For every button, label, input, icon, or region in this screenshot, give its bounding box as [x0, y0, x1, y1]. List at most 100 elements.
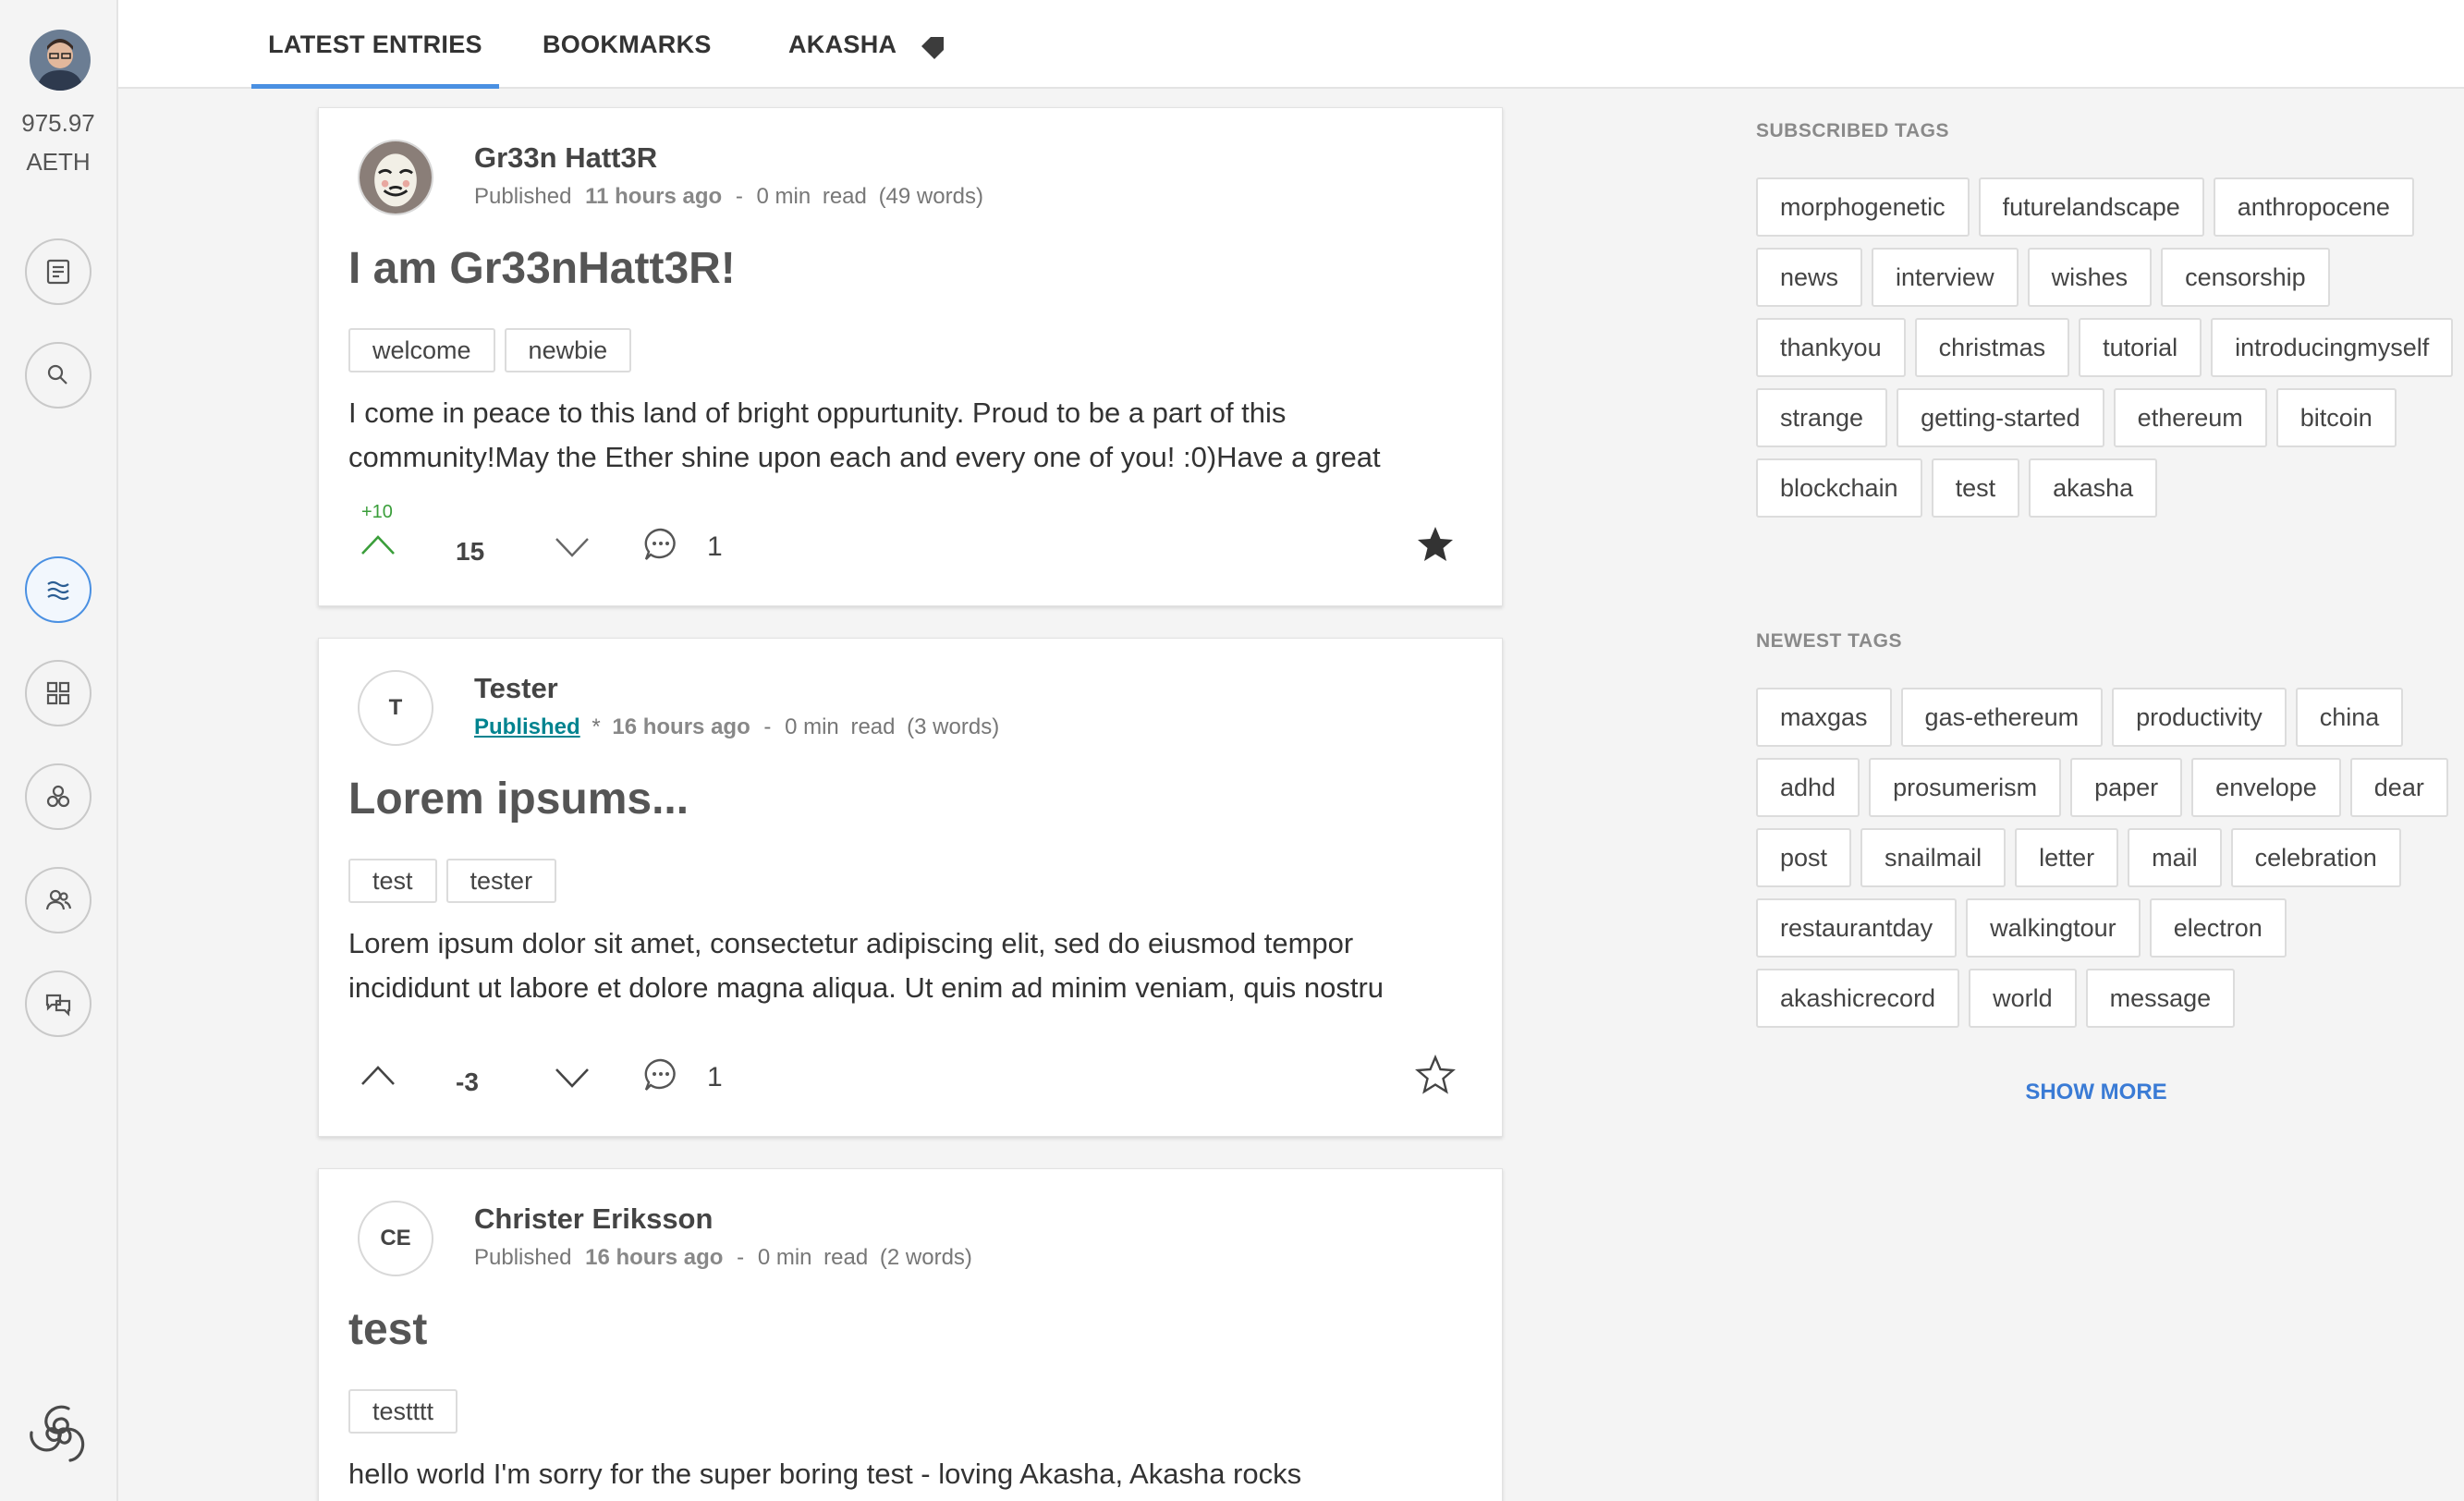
entry-excerpt[interactable]: I come in peace to this land of bright o…	[348, 391, 1458, 480]
tab-label: BOOKMARKS	[543, 31, 712, 58]
entry-title[interactable]: Lorem ipsums...	[348, 774, 689, 824]
tab-bookmarks[interactable]: BOOKMARKS	[543, 0, 712, 89]
tag-chip[interactable]: wishes	[2027, 248, 2153, 307]
chat-button[interactable]	[25, 970, 91, 1037]
meta-separator: -	[735, 184, 743, 209]
entry-excerpt[interactable]: Lorem ipsum dolor sit amet, consectetur …	[348, 921, 1458, 1010]
tag-chip[interactable]: maxgas	[1756, 688, 1892, 747]
entry-score: -3	[456, 1068, 479, 1096]
people-icon	[45, 889, 72, 910]
tag-chip[interactable]: bitcoin	[2275, 388, 2397, 447]
tag-chip[interactable]: test	[1931, 458, 2020, 518]
tag-chip[interactable]: mail	[2128, 828, 2222, 887]
tag-chip[interactable]: post	[1756, 828, 1852, 887]
tag-chip[interactable]: morphogenetic	[1756, 177, 1970, 237]
author-avatar[interactable]	[358, 140, 433, 215]
tab-akasha[interactable]: AKASHA	[788, 0, 947, 89]
tag-chip[interactable]: message	[2085, 969, 2236, 1028]
publish-status-link[interactable]: Published	[474, 714, 580, 739]
tag-chip[interactable]: ethereum	[2113, 388, 2267, 447]
tag-chip[interactable]: interview	[1872, 248, 2019, 307]
tag-chip[interactable]: productivity	[2112, 688, 2287, 747]
author-name[interactable]: Gr33n Hatt3R	[474, 141, 657, 175]
wallet-balance[interactable]: 975.97 AETH	[0, 104, 116, 181]
tag-chip[interactable]: censorship	[2161, 248, 2330, 307]
dashboard-button[interactable]	[25, 660, 91, 726]
tag-chip[interactable]: tutorial	[2079, 318, 2202, 377]
tag-chip[interactable]: china	[2295, 688, 2404, 747]
bookmark-star-icon[interactable]	[1415, 1055, 1456, 1095]
tag-chip[interactable]: tester	[445, 859, 557, 903]
entry-title[interactable]: test	[348, 1304, 427, 1355]
new-entry-button[interactable]	[25, 238, 91, 305]
entry-excerpt[interactable]: hello world I'm sorry for the super bori…	[348, 1452, 1458, 1496]
user-avatar[interactable]	[30, 30, 91, 91]
entry-card[interactable]: CE Christer Eriksson Published 16 hours …	[318, 1168, 1503, 1501]
stream-button[interactable]	[25, 556, 91, 623]
tag-chip[interactable]: restaurantday	[1756, 898, 1958, 958]
subscribed-tags-title: SUBSCRIBED TAGS	[1756, 120, 1949, 141]
entry-meta: Published 11 hours ago - 0 min read (49 …	[474, 184, 983, 210]
tag-chip[interactable]: newbie	[504, 328, 632, 372]
newest-tags-title: NEWEST TAGS	[1756, 630, 1902, 652]
tag-chip[interactable]: blockchain	[1756, 458, 1922, 518]
entry-card[interactable]: Gr33n Hatt3R Published 11 hours ago - 0 …	[318, 107, 1503, 606]
author-name[interactable]: Christer Eriksson	[474, 1202, 713, 1236]
entry-card[interactable]: T Tester Published * 16 hours ago - 0 mi…	[318, 638, 1503, 1137]
tag-chip[interactable]: prosumerism	[1869, 758, 2062, 817]
tag-chip[interactable]: walkingtour	[1966, 898, 2141, 958]
entry-title[interactable]: I am Gr33nHatt3R!	[348, 243, 736, 294]
chat-icon	[45, 994, 71, 1017]
downvote-icon[interactable]	[554, 1066, 591, 1092]
tag-chip[interactable]: getting-started	[1897, 388, 2104, 447]
tag-chip[interactable]: adhd	[1756, 758, 1860, 817]
tag-chip[interactable]: world	[1969, 969, 2077, 1028]
tag-chip[interactable]: electron	[2149, 898, 2287, 958]
entry-meta: Published * 16 hours ago - 0 min read (3…	[474, 714, 999, 740]
show-more-button[interactable]: SHOW MORE	[1728, 1080, 2464, 1105]
read-label: read	[823, 1245, 869, 1270]
tag-chip[interactable]: strange	[1756, 388, 1888, 447]
search-button[interactable]	[25, 342, 91, 409]
author-avatar[interactable]: CE	[358, 1201, 433, 1276]
search-icon	[47, 364, 67, 384]
author-avatar[interactable]: T	[358, 670, 433, 746]
entry-tags: testttt	[348, 1389, 458, 1434]
tag-chip[interactable]: letter	[2015, 828, 2119, 887]
tag-chip[interactable]: thankyou	[1756, 318, 1906, 377]
balance-value: 975.97	[21, 109, 95, 137]
akasha-triskelion-icon[interactable]	[20, 1394, 98, 1471]
communities-button[interactable]	[25, 763, 91, 830]
downvote-icon[interactable]	[554, 535, 591, 561]
communities-icon	[46, 785, 70, 808]
people-button[interactable]	[25, 867, 91, 934]
tag-chip[interactable]: anthropocene	[2213, 177, 2414, 237]
word-count: (2 words)	[879, 1245, 972, 1270]
tag-chip[interactable]: envelope	[2191, 758, 2341, 817]
publish-time: 11 hours ago	[585, 184, 723, 209]
tag-chip[interactable]: christmas	[1914, 318, 2070, 377]
tag-chip[interactable]: akashicrecord	[1756, 969, 1960, 1028]
tag-chip[interactable]: akasha	[2029, 458, 2158, 518]
tag-chip[interactable]: news	[1756, 248, 1863, 307]
comment-icon[interactable]	[642, 526, 679, 563]
upvote-icon[interactable]	[360, 1062, 396, 1088]
tag-chip[interactable]: snailmail	[1860, 828, 2007, 887]
tag-chip[interactable]: gas-ethereum	[1900, 688, 2104, 747]
comment-icon[interactable]	[642, 1056, 679, 1093]
dashboard-icon	[46, 681, 70, 705]
upvote-icon[interactable]	[360, 531, 396, 557]
tag-chip[interactable]: dear	[2349, 758, 2448, 817]
tag-chip[interactable]: futurelandscape	[1978, 177, 2204, 237]
tag-chip[interactable]: celebration	[2230, 828, 2401, 887]
author-name[interactable]: Tester	[474, 672, 558, 705]
tag-chip[interactable]: introducingmyself	[2211, 318, 2454, 377]
tag-chip[interactable]: test	[348, 859, 437, 903]
tag-chip[interactable]: welcome	[348, 328, 495, 372]
entry-meta: Published 16 hours ago - 0 min read (2 w…	[474, 1245, 972, 1271]
bookmark-star-filled-icon[interactable]	[1415, 524, 1456, 565]
tag-chip[interactable]: testttt	[348, 1389, 458, 1434]
entry-tags: welcome newbie	[348, 328, 632, 372]
tag-chip[interactable]: paper	[2070, 758, 2183, 817]
tab-latest-entries[interactable]: LATEST ENTRIES	[251, 0, 499, 89]
